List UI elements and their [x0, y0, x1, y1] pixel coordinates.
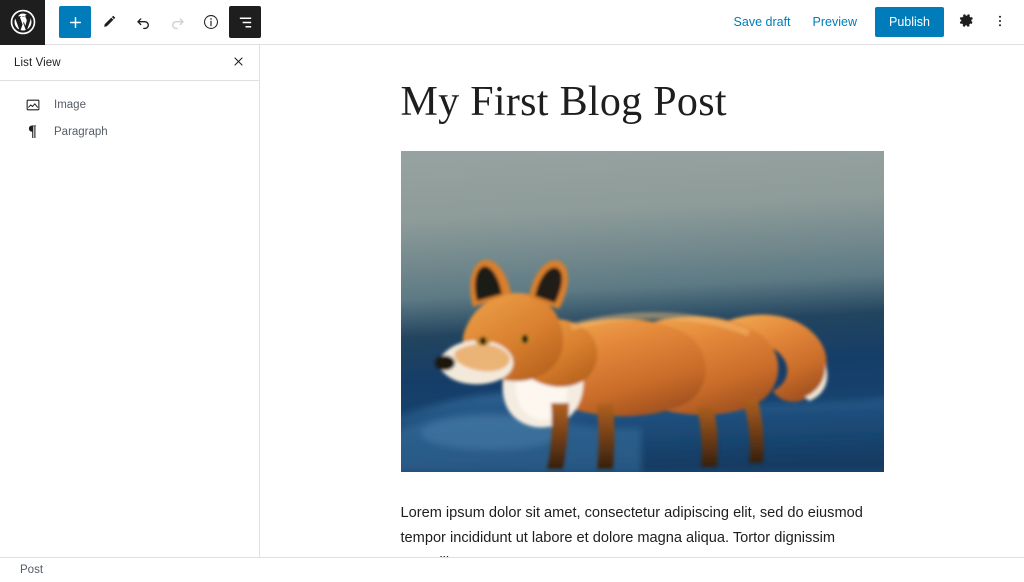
info-circle-icon [202, 13, 220, 31]
preview-button[interactable]: Preview [803, 8, 867, 36]
close-list-view-button[interactable] [225, 50, 251, 76]
list-view-sidebar: List View Image ¶ Paragraph [0, 45, 260, 557]
list-item-label: Image [54, 98, 86, 111]
wordpress-logo-button[interactable] [0, 0, 45, 45]
editor-status-bar: Post [0, 557, 1024, 582]
image-block-icon [24, 96, 41, 113]
editor-canvas: My First Blog Post Lorem ipsum dolor sit… [260, 45, 1024, 557]
redo-button[interactable] [161, 6, 193, 38]
list-item-image[interactable]: Image [0, 91, 259, 118]
ellipsis-vertical-icon [992, 13, 1008, 32]
fox-photo-image [400, 151, 884, 473]
block-list: Image ¶ Paragraph [0, 81, 259, 145]
editor-top-toolbar: Save draft Preview Publish [0, 0, 1024, 45]
undo-arrow-icon [134, 13, 153, 32]
redo-arrow-icon [168, 13, 187, 32]
list-view-icon [237, 14, 254, 31]
publish-button[interactable]: Publish [875, 7, 944, 37]
list-view-header: List View [0, 45, 259, 81]
post-title[interactable]: My First Blog Post [401, 78, 884, 126]
paragraph-block-icon: ¶ [28, 122, 37, 140]
close-icon [232, 55, 245, 71]
details-button[interactable] [195, 6, 227, 38]
plus-icon [67, 14, 84, 31]
image-block[interactable] [400, 151, 884, 473]
paragraph-block[interactable]: Lorem ipsum dolor sit amet, consectetur … [401, 501, 884, 557]
list-view-button[interactable] [229, 6, 261, 38]
list-item-paragraph[interactable]: ¶ Paragraph [0, 118, 259, 145]
undo-button[interactable] [127, 6, 159, 38]
list-view-title: List View [14, 56, 61, 69]
options-button[interactable] [984, 6, 1016, 38]
settings-button[interactable] [950, 6, 982, 38]
post-content-column: My First Blog Post Lorem ipsum dolor sit… [400, 45, 884, 557]
list-item-label: Paragraph [54, 125, 108, 138]
tools-button[interactable] [93, 6, 125, 38]
gear-icon [958, 12, 975, 32]
save-draft-button[interactable]: Save draft [724, 8, 801, 36]
editor-tools-group [59, 6, 261, 38]
topbar-actions: Save draft Preview Publish [724, 6, 1024, 38]
breadcrumb[interactable]: Post [0, 564, 43, 576]
add-block-button[interactable] [59, 6, 91, 38]
wordpress-logo-icon [10, 9, 36, 35]
pencil-icon [100, 13, 118, 31]
